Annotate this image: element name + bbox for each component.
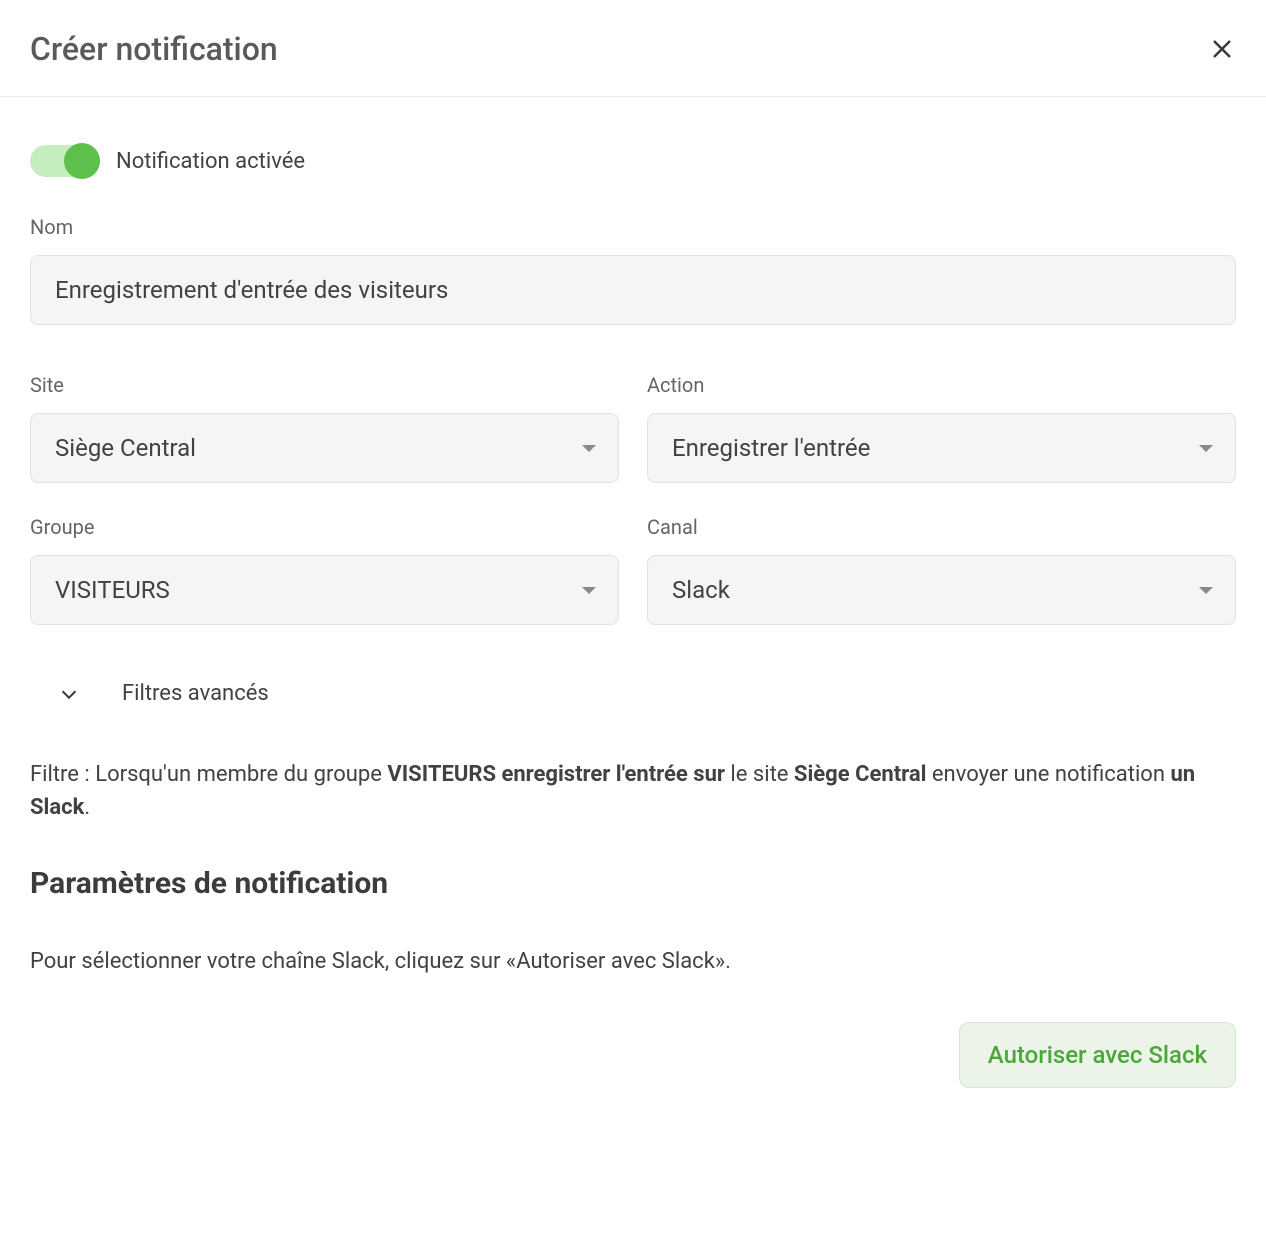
name-label: Nom [30, 215, 1236, 239]
notification-toggle[interactable] [30, 145, 98, 177]
action-field: Action Enregistrer l'entrée [647, 373, 1236, 483]
name-field-section: Nom [30, 215, 1236, 325]
filter-summary: Filtre : Lorsqu'un membre du groupe VISI… [30, 758, 1236, 824]
action-select-value: Enregistrer l'entrée [672, 434, 870, 462]
filter-summary-prefix: Filtre : Lorsqu'un membre du groupe [30, 762, 387, 787]
caret-down-icon [582, 587, 596, 594]
caret-down-icon [1199, 587, 1213, 594]
chevron-down-icon [58, 683, 80, 705]
close-icon[interactable] [1208, 35, 1236, 63]
site-select-value: Siège Central [55, 434, 196, 462]
slack-helper-text: Pour sélectionner votre chaîne Slack, cl… [30, 949, 1236, 974]
filter-summary-suffix: . [84, 795, 90, 820]
filter-summary-mid2: envoyer une notification [926, 762, 1170, 787]
action-select[interactable]: Enregistrer l'entrée [647, 413, 1236, 483]
row-site-action: Site Siège Central Action Enregistrer l'… [30, 373, 1236, 483]
caret-down-icon [582, 445, 596, 452]
dialog-title: Créer notification [30, 30, 278, 68]
toggle-knob [64, 143, 100, 179]
filter-summary-group-action: VISITEURS enregistrer l'entrée sur [387, 762, 725, 787]
filter-summary-site: Siège Central [794, 762, 927, 787]
group-select-value: VISITEURS [55, 576, 170, 604]
name-input[interactable] [30, 255, 1236, 325]
group-label: Groupe [30, 515, 619, 539]
notification-settings-title: Paramètres de notification [30, 866, 1236, 901]
caret-down-icon [1199, 445, 1213, 452]
channel-field: Canal Slack [647, 515, 1236, 625]
dialog-content: Notification activée Nom Site Siège Cent… [0, 97, 1266, 1118]
notification-toggle-row: Notification activée [30, 145, 1236, 177]
group-field: Groupe VISITEURS [30, 515, 619, 625]
group-select[interactable]: VISITEURS [30, 555, 619, 625]
site-field: Site Siège Central [30, 373, 619, 483]
filter-summary-mid1: le site [725, 762, 794, 787]
site-label: Site [30, 373, 619, 397]
row-group-channel: Groupe VISITEURS Canal Slack [30, 515, 1236, 625]
advanced-filters-toggle[interactable]: Filtres avancés [30, 657, 1236, 730]
site-select[interactable]: Siège Central [30, 413, 619, 483]
action-label: Action [647, 373, 1236, 397]
notification-toggle-label: Notification activée [116, 149, 305, 174]
channel-select-value: Slack [672, 576, 730, 604]
advanced-filters-label: Filtres avancés [122, 681, 269, 706]
actions-row: Autoriser avec Slack [30, 1022, 1236, 1088]
channel-select[interactable]: Slack [647, 555, 1236, 625]
channel-label: Canal [647, 515, 1236, 539]
authorize-slack-button[interactable]: Autoriser avec Slack [959, 1022, 1236, 1088]
dialog-header: Créer notification [0, 0, 1266, 97]
